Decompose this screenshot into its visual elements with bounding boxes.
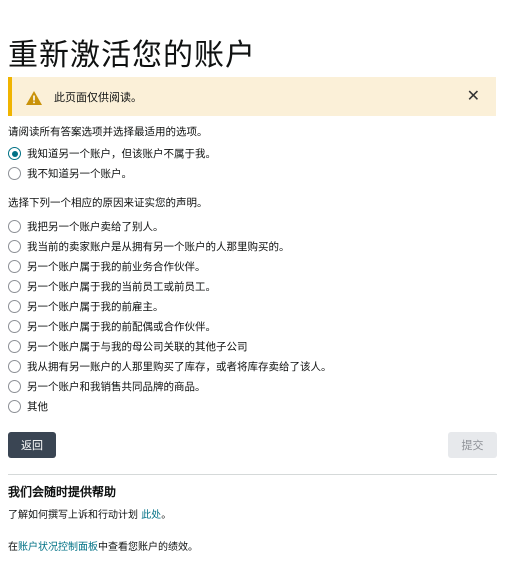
radio-option-label: 我不知道另一个账户。 bbox=[27, 168, 132, 180]
help-text: 在 bbox=[8, 542, 18, 553]
help-line-appeal: 了解如何撰写上诉和行动计划 此处。 bbox=[8, 506, 171, 521]
radio-option-label: 另一个账户属于我的前配偶或合作伙伴。 bbox=[27, 321, 216, 333]
reason-option-employee[interactable]: 另一个账户属于我的当前员工或前员工。 bbox=[8, 279, 216, 294]
radio-button[interactable] bbox=[8, 300, 21, 313]
reason-option-sold-account[interactable]: 我把另一个账户卖给了别人。 bbox=[8, 219, 164, 234]
radio-option-label: 另一个账户和我销售共同品牌的商品。 bbox=[27, 381, 206, 393]
reason-option-inventory[interactable]: 我从拥有另一账户的人那里购买了库存，或者将库存卖给了该人。 bbox=[8, 359, 332, 374]
reason-option-subsidiary[interactable]: 另一个账户属于与我的母公司关联的其他子公司 bbox=[8, 339, 248, 354]
reason-option-purchased-account[interactable]: 我当前的卖家账户是从拥有另一个账户的人那里购买的。 bbox=[8, 239, 290, 254]
account-health-dashboard-link[interactable]: 账户状况控制面板 bbox=[18, 542, 98, 553]
reason-option-former-spouse[interactable]: 另一个账户属于我的前配偶或合作伙伴。 bbox=[8, 319, 216, 334]
radio-option-label: 另一个账户属于与我的母公司关联的其他子公司 bbox=[27, 341, 248, 353]
page-title: 重新激活您的账户 bbox=[8, 38, 256, 73]
close-icon[interactable]: ✕ bbox=[467, 87, 480, 105]
radio-option-label: 另一个账户属于我的前雇主。 bbox=[27, 301, 164, 313]
reason-option-former-employer[interactable]: 另一个账户属于我的前雇主。 bbox=[8, 299, 164, 314]
help-line-dashboard: 在账户状况控制面板中查看您账户的绩效。 bbox=[8, 538, 198, 553]
radio-option-label: 我知道另一个账户，但该账户不属于我。 bbox=[27, 148, 216, 160]
radio-option-dont-know-account[interactable]: 我不知道另一个账户。 bbox=[8, 166, 132, 181]
question2-label: 选择下列一个相应的原因来证实您的声明。 bbox=[8, 197, 208, 209]
radio-option-label: 我把另一个账户卖给了别人。 bbox=[27, 221, 164, 233]
radio-option-know-other-account[interactable]: 我知道另一个账户，但该账户不属于我。 bbox=[8, 146, 216, 161]
read-only-alert: 此页面仅供阅读。 ✕ bbox=[8, 77, 496, 116]
radio-button[interactable] bbox=[8, 220, 21, 233]
back-button[interactable]: 返回 bbox=[8, 432, 56, 458]
radio-button-checked[interactable] bbox=[8, 147, 21, 160]
question1-label: 请阅读所有答案选项并选择最适用的选项。 bbox=[8, 126, 208, 138]
radio-button[interactable] bbox=[8, 280, 21, 293]
appeal-guide-link[interactable]: 此处 bbox=[141, 510, 161, 521]
radio-option-label: 其他 bbox=[27, 401, 48, 413]
radio-option-label: 我当前的卖家账户是从拥有另一个账户的人那里购买的。 bbox=[27, 241, 290, 253]
radio-button[interactable] bbox=[8, 340, 21, 353]
divider bbox=[8, 474, 497, 475]
help-text: 中查看您账户的绩效。 bbox=[98, 542, 198, 553]
radio-button[interactable] bbox=[8, 380, 21, 393]
reason-option-common-brand[interactable]: 另一个账户和我销售共同品牌的商品。 bbox=[8, 379, 206, 394]
radio-button[interactable] bbox=[8, 400, 21, 413]
help-text: 了解如何撰写上诉和行动计划 bbox=[8, 510, 142, 521]
warning-icon bbox=[26, 90, 42, 105]
reason-option-other[interactable]: 其他 bbox=[8, 399, 48, 414]
radio-option-label: 我从拥有另一账户的人那里购买了库存，或者将库存卖给了该人。 bbox=[27, 361, 332, 373]
radio-button[interactable] bbox=[8, 260, 21, 273]
alert-message: 此页面仅供阅读。 bbox=[54, 90, 142, 104]
radio-button[interactable] bbox=[8, 167, 21, 180]
help-text: 。 bbox=[161, 510, 172, 521]
radio-button[interactable] bbox=[8, 360, 21, 373]
radio-option-label: 另一个账户属于我的当前员工或前员工。 bbox=[27, 281, 216, 293]
reason-option-former-partner[interactable]: 另一个账户属于我的前业务合作伙伴。 bbox=[8, 259, 206, 274]
radio-button[interactable] bbox=[8, 320, 21, 333]
radio-button[interactable] bbox=[8, 240, 21, 253]
radio-option-label: 另一个账户属于我的前业务合作伙伴。 bbox=[27, 261, 206, 273]
help-section-title: 我们会随时提供帮助 bbox=[8, 485, 117, 499]
submit-button[interactable]: 提交 bbox=[448, 432, 497, 458]
